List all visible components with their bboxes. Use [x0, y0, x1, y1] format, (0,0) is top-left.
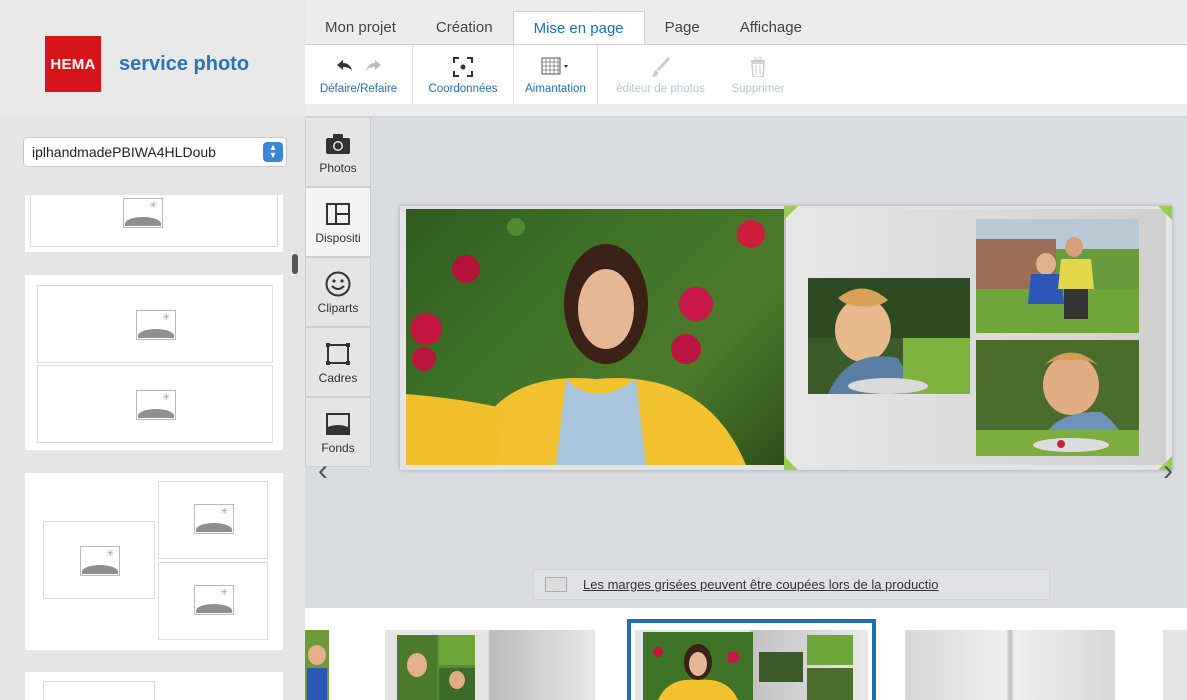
margin-marker: [784, 456, 798, 470]
coordinates-button[interactable]: Coordonnées: [413, 45, 514, 104]
delete-label: Supprimer: [731, 83, 785, 95]
brush-icon: [651, 54, 671, 80]
thumbnail-page[interactable]: [385, 630, 595, 700]
scrollbar-thumb[interactable]: [292, 254, 298, 274]
layout-placeholder: [37, 365, 273, 443]
camera-icon: [325, 129, 351, 159]
next-page-button[interactable]: ›: [1163, 454, 1173, 488]
photobook-spread[interactable]: [400, 206, 1172, 470]
photo-woman-selfie[interactable]: [406, 209, 784, 465]
album-select-value: iplhandmadePBIWA4HLDoub: [32, 144, 216, 160]
layout-placeholder: [43, 521, 155, 599]
smiley-icon: [325, 269, 351, 299]
header: HEMA service photo Mon projet Création M…: [0, 0, 1187, 117]
layout-placeholder: [30, 195, 278, 247]
toolbar: Défaire/Refaire Coordonnées Aimantation …: [305, 44, 1187, 104]
frame-icon: [326, 339, 350, 369]
snapping-button[interactable]: Aimantation: [514, 45, 598, 104]
photo-boy-eating[interactable]: [976, 340, 1139, 456]
previous-page-button[interactable]: ‹: [318, 454, 328, 488]
snapping-label: Aimantation: [525, 83, 586, 95]
image-placeholder-icon: [136, 310, 176, 340]
side-tabs: Photos Dispositi Cliparts Cadres Fonds: [305, 117, 371, 469]
updown-arrows-icon[interactable]: ▴ ▾: [263, 142, 283, 162]
thumbnail-selection-frame: [627, 619, 876, 700]
margin-notice: Les marges grisées peuvent être coupées …: [533, 569, 1050, 600]
layout-option-single[interactable]: [25, 195, 283, 252]
spine-divider: [784, 206, 786, 470]
side-tab-backgrounds[interactable]: Fonds: [305, 397, 371, 467]
margin-marker: [1158, 206, 1172, 220]
image-placeholder-icon: [80, 546, 120, 576]
photo-editor-label: éditeur de photos: [616, 83, 705, 95]
side-tab-cliparts-label: Cliparts: [317, 301, 359, 315]
thumbnail-image-art: [397, 635, 475, 700]
thumbnail-page[interactable]: [1163, 630, 1187, 700]
photo-child-table[interactable]: [808, 278, 970, 394]
background-icon: [326, 409, 350, 439]
tab-page[interactable]: Page: [645, 11, 720, 44]
logo-area: HEMA service photo: [0, 0, 305, 117]
side-tab-backgrounds-label: Fonds: [321, 441, 355, 455]
hema-logo[interactable]: HEMA: [45, 36, 101, 92]
target-icon: [452, 54, 474, 80]
layout-icon: [326, 199, 350, 229]
delete-button[interactable]: Supprimer: [723, 45, 793, 104]
layout-placeholder: [158, 481, 268, 559]
layout-option-two-stacked[interactable]: [25, 275, 283, 450]
left-panel: iplhandmadePBIWA4HLDoub ▴ ▾: [0, 117, 305, 700]
layout-placeholder: [158, 562, 268, 640]
side-tab-photos[interactable]: Photos: [305, 117, 371, 187]
margin-marker: [784, 206, 798, 220]
side-tab-frames[interactable]: Cadres: [305, 327, 371, 397]
layout-placeholder: [37, 285, 273, 363]
side-tab-photos-label: Photos: [319, 161, 357, 175]
layout-option-three[interactable]: [25, 473, 283, 650]
tab-mon-projet[interactable]: Mon projet: [305, 11, 416, 44]
thumbnail-page[interactable]: [905, 630, 1115, 700]
image-placeholder-icon: [194, 504, 234, 534]
photo-boy-eating-image: [976, 352, 1139, 456]
redo-icon[interactable]: [365, 57, 381, 77]
undo-redo-label: Défaire/Refaire: [319, 83, 398, 95]
image-placeholder-icon: [194, 585, 234, 615]
canvas-area: [371, 117, 1187, 608]
photo-woman-selfie-image: [406, 218, 765, 465]
layout-list: [0, 195, 305, 700]
side-tab-layouts-label: Dispositi: [315, 231, 361, 245]
trash-icon: [750, 54, 766, 80]
grid-icon: [541, 54, 571, 80]
side-tab-cliparts[interactable]: Cliparts: [305, 257, 371, 327]
undo-redo-button[interactable]: Défaire/Refaire: [305, 45, 413, 104]
tab-mise-en-page[interactable]: Mise en page: [512, 11, 645, 44]
main-tabs: Mon projet Création Mise en page Page Af…: [305, 11, 822, 44]
margin-notice-text[interactable]: Les marges grisées peuvent être coupées …: [583, 577, 1043, 592]
image-placeholder-icon: [123, 198, 163, 228]
layout-option-partial[interactable]: [25, 672, 283, 700]
image-placeholder-icon: [136, 390, 176, 420]
photo-boy-grass-image: [976, 219, 1139, 333]
album-select[interactable]: iplhandmadePBIWA4HLDoub ▴ ▾: [23, 137, 287, 167]
side-tab-layouts[interactable]: Dispositi: [305, 187, 371, 257]
tab-affichage[interactable]: Affichage: [720, 11, 822, 44]
thumbnail-image: [397, 635, 475, 700]
thumbnail-image: [307, 645, 327, 700]
tab-creation[interactable]: Création: [416, 11, 513, 44]
photo-boy-grass[interactable]: [976, 219, 1139, 333]
coordinates-label: Coordonnées: [428, 83, 498, 95]
thumbnail-page[interactable]: [305, 630, 329, 700]
thumbnail-strip: [305, 608, 1187, 700]
margin-checkbox[interactable]: [545, 577, 567, 592]
photo-editor-button[interactable]: éditeur de photos: [598, 45, 723, 104]
service-name: service photo: [119, 53, 250, 75]
side-tab-frames-label: Cadres: [318, 371, 358, 385]
photo-child-table-image: [808, 278, 970, 394]
layout-placeholder: [43, 681, 155, 700]
undo-icon[interactable]: [336, 57, 353, 77]
